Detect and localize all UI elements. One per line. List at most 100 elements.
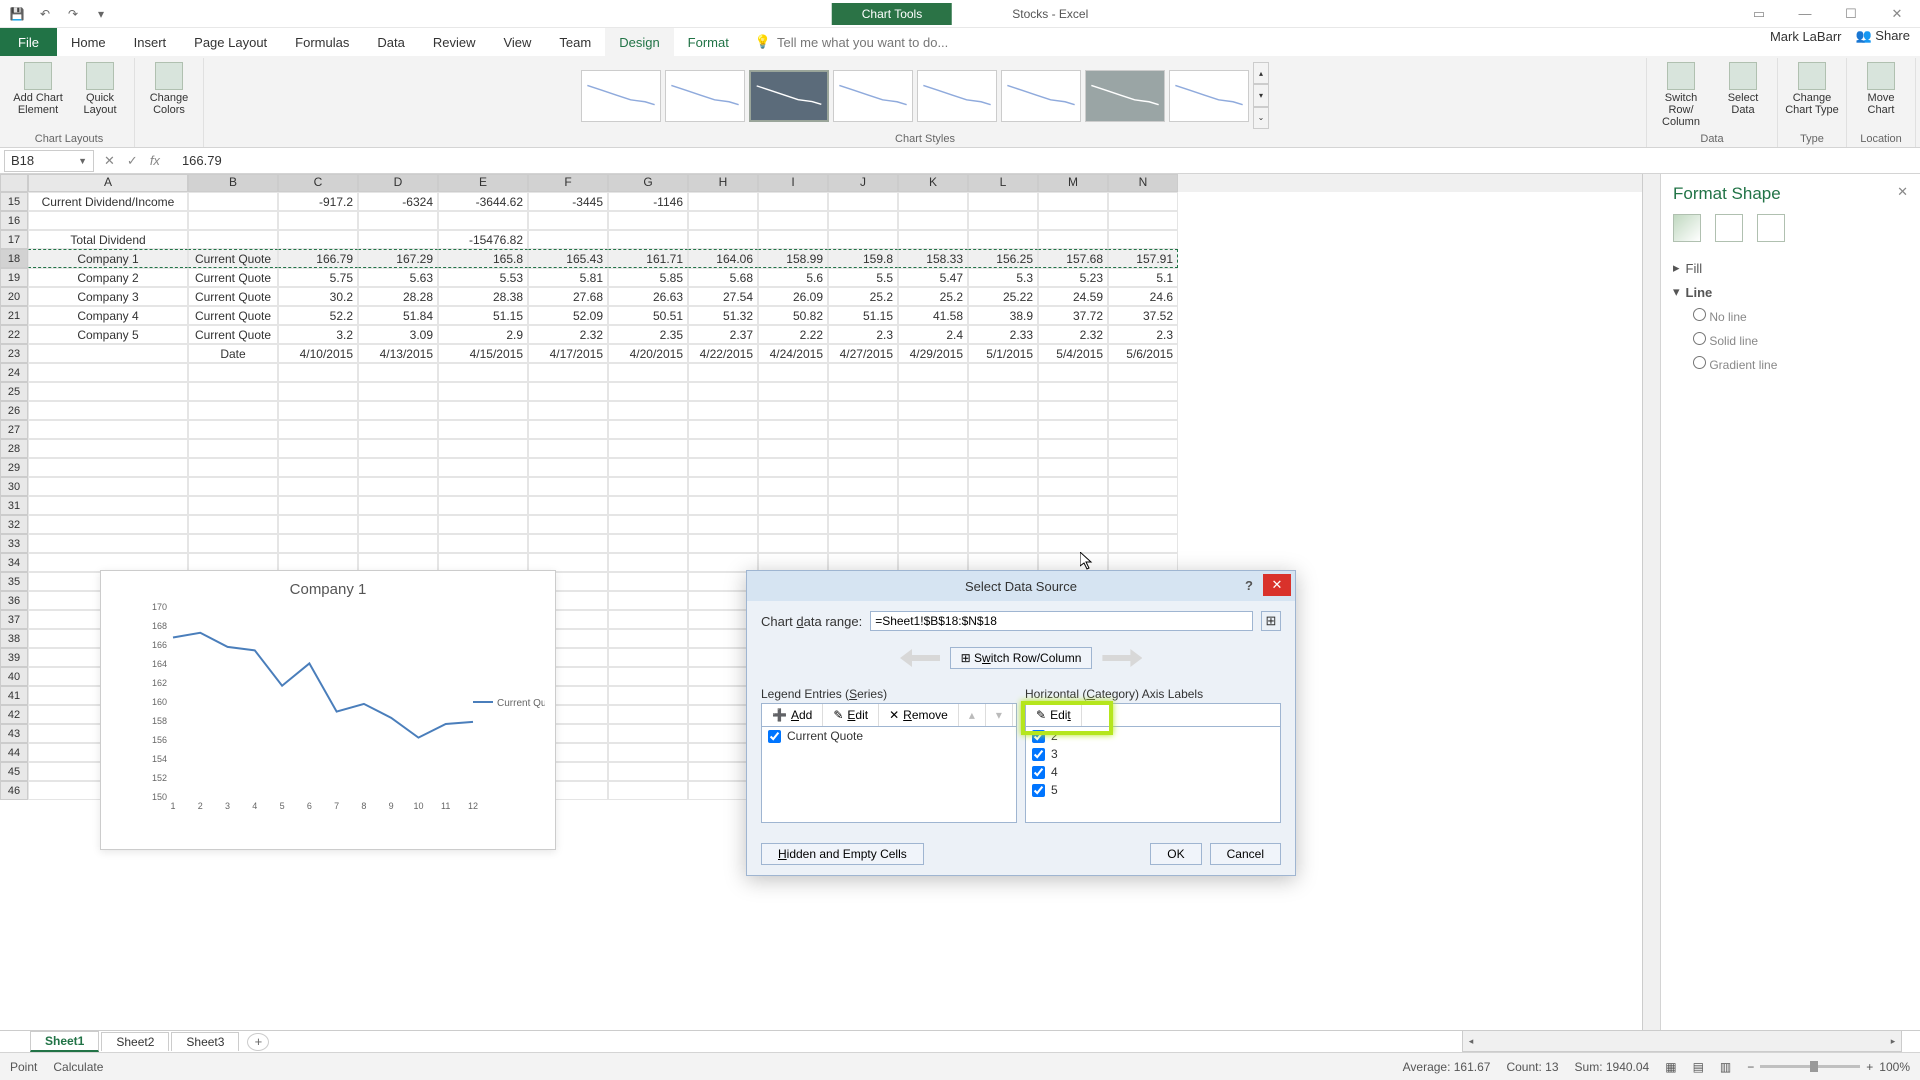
cell[interactable]: 37.72 <box>1038 306 1108 325</box>
cell[interactable]: 2.35 <box>608 325 688 344</box>
help-icon[interactable]: ? <box>1237 574 1261 596</box>
cell[interactable]: 4/20/2015 <box>608 344 688 363</box>
cell[interactable]: 5/6/2015 <box>1108 344 1178 363</box>
cell[interactable] <box>758 382 828 401</box>
cell[interactable]: 24.59 <box>1038 287 1108 306</box>
gallery-down-icon[interactable]: ▾ <box>1253 84 1269 106</box>
cell[interactable]: Current Dividend/Income <box>28 192 188 211</box>
cell[interactable] <box>278 382 358 401</box>
cell[interactable] <box>438 496 528 515</box>
cell[interactable] <box>28 382 188 401</box>
cell[interactable] <box>898 458 968 477</box>
cell[interactable]: 27.54 <box>688 287 758 306</box>
cell[interactable]: 167.29 <box>358 249 438 268</box>
cell[interactable] <box>688 496 758 515</box>
row-header[interactable]: 27 <box>0 420 28 439</box>
cell[interactable] <box>758 534 828 553</box>
cell[interactable] <box>898 382 968 401</box>
tab-home[interactable]: Home <box>57 28 120 56</box>
row-header[interactable]: 43 <box>0 724 28 743</box>
chart-data-range-input[interactable] <box>870 611 1253 631</box>
cell[interactable] <box>528 439 608 458</box>
cell[interactable] <box>898 230 968 249</box>
new-sheet-button[interactable]: + <box>247 1033 269 1051</box>
cell[interactable]: 159.8 <box>828 249 898 268</box>
column-header[interactable]: G <box>608 174 688 192</box>
cancel-button[interactable]: Cancel <box>1210 843 1281 865</box>
size-tab-icon[interactable] <box>1757 214 1785 242</box>
minimize-icon[interactable]: — <box>1782 0 1828 28</box>
cell[interactable] <box>758 230 828 249</box>
axis-label-item[interactable]: 2 <box>1026 727 1280 745</box>
cell[interactable] <box>828 211 898 230</box>
cell[interactable]: 5/4/2015 <box>1038 344 1108 363</box>
legend-list[interactable]: Current Quote <box>761 727 1017 823</box>
cell[interactable] <box>608 211 688 230</box>
cell[interactable] <box>968 363 1038 382</box>
column-header[interactable]: N <box>1108 174 1178 192</box>
cell[interactable] <box>528 496 608 515</box>
cell[interactable] <box>358 363 438 382</box>
cell[interactable] <box>828 230 898 249</box>
cell[interactable]: 165.43 <box>528 249 608 268</box>
cell[interactable]: 4/22/2015 <box>688 344 758 363</box>
cell[interactable] <box>968 515 1038 534</box>
cell[interactable] <box>608 477 688 496</box>
cell[interactable]: 41.58 <box>898 306 968 325</box>
cell[interactable] <box>968 458 1038 477</box>
cell[interactable]: 5.68 <box>688 268 758 287</box>
tab-formulas[interactable]: Formulas <box>281 28 363 56</box>
zoom-level[interactable]: 100% <box>1879 1060 1910 1074</box>
tab-review[interactable]: Review <box>419 28 490 56</box>
cell[interactable] <box>898 477 968 496</box>
column-header[interactable]: B <box>188 174 278 192</box>
cell[interactable] <box>528 211 608 230</box>
cell[interactable] <box>968 534 1038 553</box>
cell[interactable] <box>1108 477 1178 496</box>
zoom-slider[interactable] <box>1760 1065 1860 1068</box>
cell[interactable] <box>608 363 688 382</box>
cell[interactable] <box>968 477 1038 496</box>
cell[interactable] <box>898 363 968 382</box>
cell[interactable] <box>1038 477 1108 496</box>
cell[interactable] <box>358 230 438 249</box>
row-header[interactable]: 25 <box>0 382 28 401</box>
cell[interactable] <box>968 211 1038 230</box>
cell[interactable] <box>28 477 188 496</box>
cell[interactable]: 2.4 <box>898 325 968 344</box>
row-header[interactable]: 38 <box>0 629 28 648</box>
fill-line-tab-icon[interactable] <box>1673 214 1701 242</box>
cell[interactable] <box>828 477 898 496</box>
cell[interactable]: Date <box>188 344 278 363</box>
file-tab[interactable]: File <box>0 28 57 56</box>
cell[interactable] <box>188 230 278 249</box>
row-header[interactable]: 44 <box>0 743 28 762</box>
cell[interactable] <box>188 477 278 496</box>
cell[interactable] <box>438 420 528 439</box>
cell[interactable]: 5.85 <box>608 268 688 287</box>
cell[interactable] <box>898 496 968 515</box>
cell[interactable]: Company 2 <box>28 268 188 287</box>
cell[interactable]: 2.32 <box>1038 325 1108 344</box>
column-header[interactable]: I <box>758 174 828 192</box>
cell[interactable]: 51.15 <box>438 306 528 325</box>
cell[interactable] <box>28 363 188 382</box>
row-header[interactable]: 40 <box>0 667 28 686</box>
axis-item-checkbox[interactable] <box>1032 748 1045 761</box>
cell[interactable]: Company 4 <box>28 306 188 325</box>
cell[interactable] <box>278 477 358 496</box>
switch-row-column-button[interactable]: ⊞ Switch Row/Column <box>950 647 1093 669</box>
cell[interactable] <box>1108 458 1178 477</box>
tab-team[interactable]: Team <box>545 28 605 56</box>
tab-design[interactable]: Design <box>605 28 673 56</box>
cell[interactable] <box>528 420 608 439</box>
cell[interactable] <box>688 382 758 401</box>
cell[interactable]: 51.84 <box>358 306 438 325</box>
cell[interactable]: 4/24/2015 <box>758 344 828 363</box>
redo-icon[interactable]: ↷ <box>64 5 82 23</box>
cell[interactable] <box>898 192 968 211</box>
fx-icon[interactable]: fx <box>150 153 160 168</box>
cell[interactable] <box>688 363 758 382</box>
cell[interactable] <box>1038 439 1108 458</box>
no-line-radio[interactable]: No line <box>1693 304 1908 328</box>
